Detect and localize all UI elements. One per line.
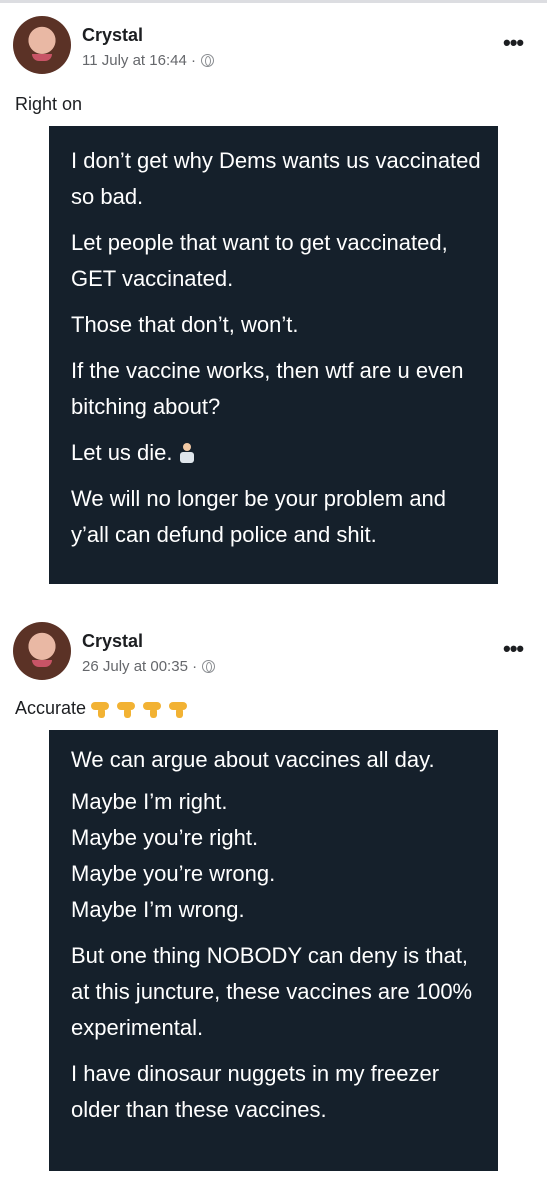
globe-icon (200, 54, 214, 67)
tweet-screenshot: We can argue about vaccines all day. May… (49, 730, 498, 1171)
author-avatar[interactable] (13, 622, 71, 680)
caption-text: Right on (15, 94, 83, 114)
top-divider (0, 0, 547, 3)
tweet-line: We can argue about vaccines all day. (71, 747, 435, 772)
backhand-index-pointing-down-icon (168, 700, 190, 718)
tweet-line: Maybe I’m right. (71, 789, 228, 814)
tweet-paragraph: Those that don’t, won’t. (71, 312, 299, 337)
tweet-paragraph: I have dinosaur nuggets in my freezer ol… (71, 1061, 440, 1122)
backhand-index-pointing-down-icon (142, 700, 164, 718)
backhand-index-pointing-down-icon (90, 700, 112, 718)
tweet-paragraph: If the vaccine works, then wtf are u eve… (71, 358, 464, 419)
globe-icon (202, 660, 216, 673)
tweet-paragraph: Let people that want to get vaccinated, … (71, 230, 448, 291)
author-name[interactable]: Crystal (82, 25, 143, 46)
backhand-index-pointing-down-icon (116, 700, 138, 718)
tweet-paragraph: We will no longer be your problem and y’… (71, 486, 447, 547)
tweet-paragraph: I don’t get why Dems wants us vaccinated… (71, 148, 481, 209)
more-options-icon[interactable]: ••• (503, 636, 524, 662)
tweet-paragraph-text: Let us die. (71, 440, 173, 465)
post-caption: Accurate (15, 698, 190, 719)
tweet-paragraph: But one thing NOBODY can deny is that, a… (71, 943, 473, 1040)
tweet-line: Maybe I’m wrong. (71, 897, 245, 922)
post-caption: Right on (15, 94, 82, 115)
post-meta: 11 July at 16:44 · (82, 52, 214, 69)
tweet-line: Maybe you’re right. (71, 825, 259, 850)
person-shrugging-emoji-icon (179, 443, 195, 463)
tweet-paragraph-with-emoji: Let us die. (71, 435, 486, 471)
post-meta: 26 July at 00:35 · (82, 658, 216, 675)
author-avatar[interactable] (13, 16, 71, 74)
author-name[interactable]: Crystal (82, 631, 143, 652)
post-timestamp[interactable]: 11 July at 16:44 · (82, 52, 196, 69)
tweet-screenshot: I don’t get why Dems wants us vaccinated… (49, 126, 498, 584)
caption-text: Accurate (15, 698, 87, 718)
more-options-icon[interactable]: ••• (503, 30, 524, 56)
post-timestamp[interactable]: 26 July at 00:35 · (82, 658, 197, 675)
tweet-line: Maybe you’re wrong. (71, 861, 276, 886)
